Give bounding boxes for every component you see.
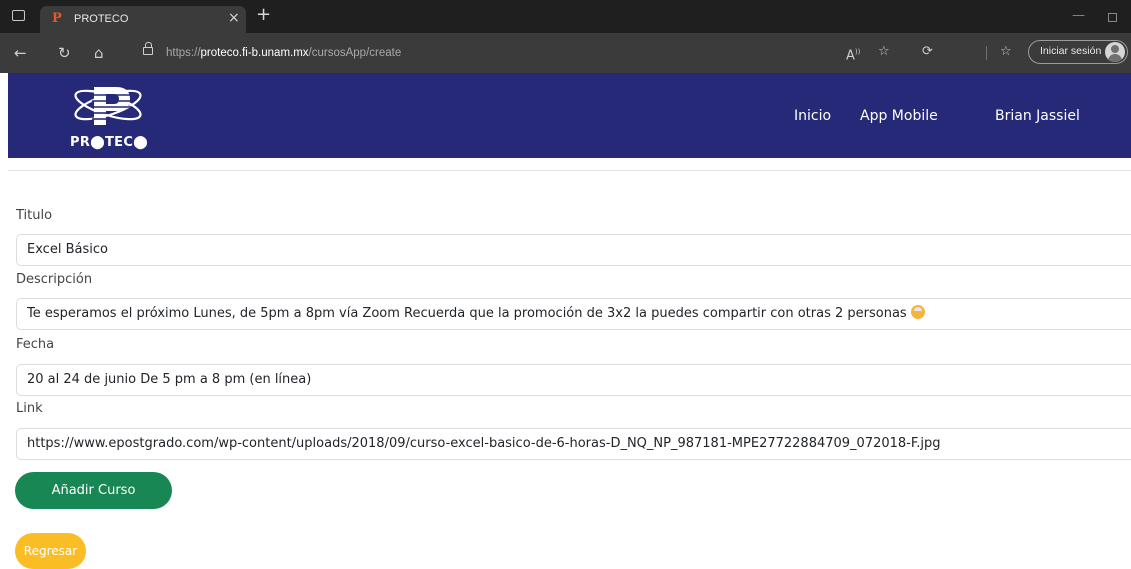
link-label: Link — [16, 401, 43, 416]
back-button[interactable]: Regresar — [15, 533, 86, 569]
url-field[interactable]: https://proteco.fi-b.unam.mx/cursosApp/c… — [166, 46, 401, 60]
browser-tab[interactable]: P PROTECO × — [40, 6, 246, 33]
url-host: proteco.fi-b.unam.mx — [200, 47, 309, 59]
signin-label: Iniciar sesión — [1040, 45, 1102, 57]
fecha-label: Fecha — [16, 337, 55, 352]
emoji-icon — [910, 305, 925, 319]
read-aloud-icon[interactable]: A)) — [846, 44, 860, 64]
proteco-logo-icon — [74, 87, 142, 125]
signin-button[interactable]: Iniciar sesión — [1028, 40, 1128, 64]
nav-link-user[interactable]: Brian Jassiel — [995, 107, 1080, 125]
logo-text: PR⬤TEC⬤ — [70, 135, 149, 150]
site-navbar: PR⬤TEC⬤ Inicio App Mobile Brian Jassiel — [8, 73, 1131, 158]
descripcion-label: Descripción — [16, 272, 93, 287]
divider — [8, 170, 1131, 171]
descripcion-text: Te esperamos el próximo Lunes, de 5pm a … — [27, 306, 907, 321]
add-course-button[interactable]: Añadir Curso — [15, 472, 172, 509]
titulo-input[interactable]: Excel Básico — [16, 234, 1131, 266]
titulo-label: Titulo — [16, 208, 53, 223]
close-tab-icon[interactable]: × — [228, 10, 240, 26]
restore-icon[interactable] — [1108, 13, 1117, 22]
link-input[interactable]: https://www.epostgrado.com/wp-content/up… — [16, 428, 1131, 460]
home-icon[interactable]: ⌂ — [94, 45, 104, 61]
refresh-icon[interactable]: ↻ — [58, 45, 71, 61]
proteco-favicon-icon: P — [52, 11, 62, 26]
lock-icon[interactable] — [143, 42, 153, 55]
profile-avatar-icon — [1105, 42, 1125, 62]
proteco-logo[interactable]: PR⬤TEC⬤ — [68, 81, 149, 150]
browser-tab-bar: P PROTECO × + — — [0, 0, 1131, 33]
toolbar-divider — [986, 46, 987, 60]
url-path: /cursosApp/create — [308, 47, 402, 59]
extensions-icon[interactable]: ⟳ — [922, 44, 933, 60]
minimize-icon[interactable]: — — [1072, 8, 1085, 23]
descripcion-input[interactable]: Te esperamos el próximo Lunes, de 5pm a … — [16, 298, 1131, 330]
window-menu-icon[interactable] — [12, 10, 25, 21]
favorites-icon[interactable]: ☆ — [1000, 44, 1012, 60]
new-tab-icon[interactable]: + — [256, 6, 271, 24]
tab-title: PROTECO — [74, 13, 129, 25]
nav-link-inicio[interactable]: Inicio — [794, 107, 831, 125]
nav-link-app-mobile[interactable]: App Mobile — [860, 107, 938, 125]
fecha-input[interactable]: 20 al 24 de junio De 5 pm a 8 pm (en lín… — [16, 364, 1131, 396]
browser-address-bar: ← ↻ ⌂ https://proteco.fi-b.unam.mx/curso… — [0, 33, 1131, 73]
favorite-star-icon[interactable]: ☆ — [878, 44, 890, 60]
back-arrow-icon[interactable]: ← — [14, 45, 27, 61]
url-scheme: https:// — [166, 47, 201, 59]
